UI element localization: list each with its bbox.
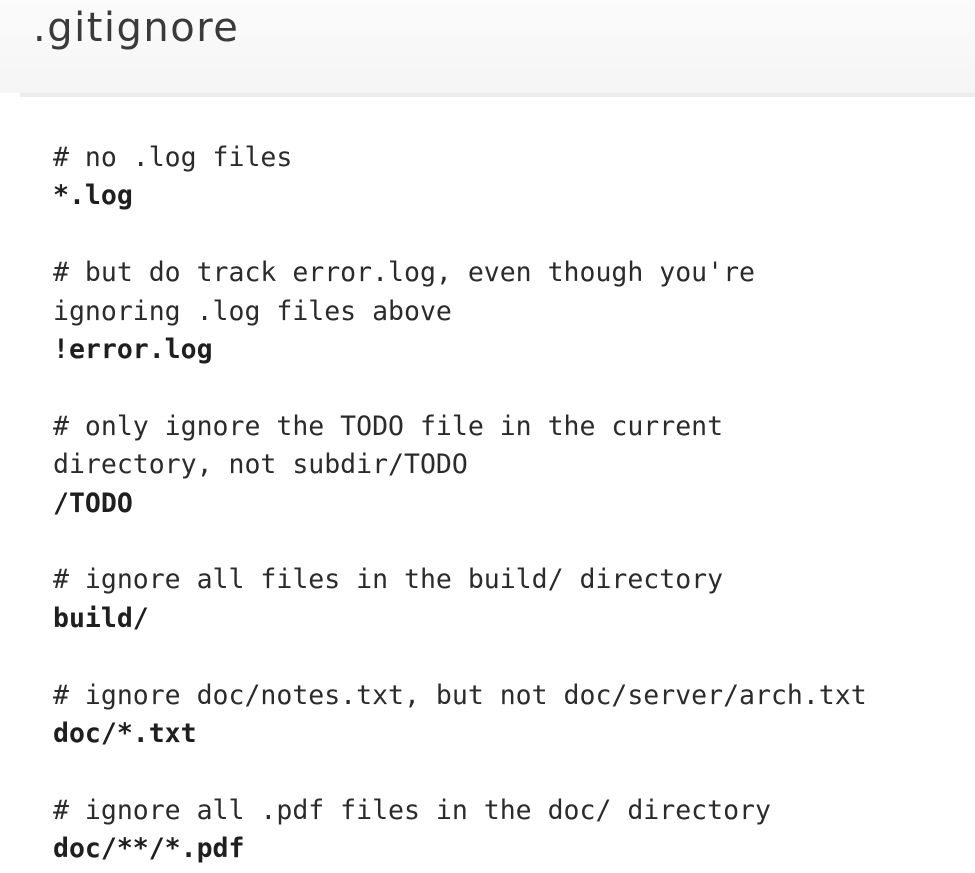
rule-block-log: # no .log files *.log <box>53 139 975 216</box>
page-header: .gitignore <box>0 0 975 93</box>
comment-line: # ignore all files in the build/ directo… <box>53 564 724 596</box>
rule-block-doc-pdf: # ignore all .pdf files in the doc/ dire… <box>53 792 975 869</box>
ignore-pattern: build/ <box>53 602 149 634</box>
ignore-pattern: doc/*.txt <box>53 718 197 750</box>
ignore-pattern: !error.log <box>53 334 213 366</box>
ignore-pattern: *.log <box>53 180 133 212</box>
gitignore-code-block: # no .log files *.log # but do track err… <box>53 139 975 873</box>
header-divider <box>20 93 975 97</box>
comment-line: ignoring .log files above <box>53 295 452 327</box>
rule-block-todo: # only ignore the TODO file in the curre… <box>53 408 975 523</box>
comment-line: # no .log files <box>53 142 293 173</box>
rule-block-doc-txt: # ignore doc/notes.txt, but not doc/serv… <box>53 677 975 754</box>
comment-line: # ignore doc/notes.txt, but not doc/serv… <box>53 679 867 711</box>
rule-block-build: # ignore all files in the build/ directo… <box>53 561 975 638</box>
ignore-pattern: doc/**/*.pdf <box>53 833 245 865</box>
comment-line: # ignore all .pdf files in the doc/ dire… <box>53 794 771 826</box>
rule-block-error-log: # but do track error.log, even though yo… <box>53 254 975 369</box>
comment-line: # only ignore the TODO file in the curre… <box>53 410 724 442</box>
comment-line: directory, not subdir/TODO <box>53 449 468 481</box>
ignore-pattern: /TODO <box>53 487 133 519</box>
page-title: .gitignore <box>33 5 240 51</box>
comment-line: # but do track error.log, even though yo… <box>53 257 755 289</box>
